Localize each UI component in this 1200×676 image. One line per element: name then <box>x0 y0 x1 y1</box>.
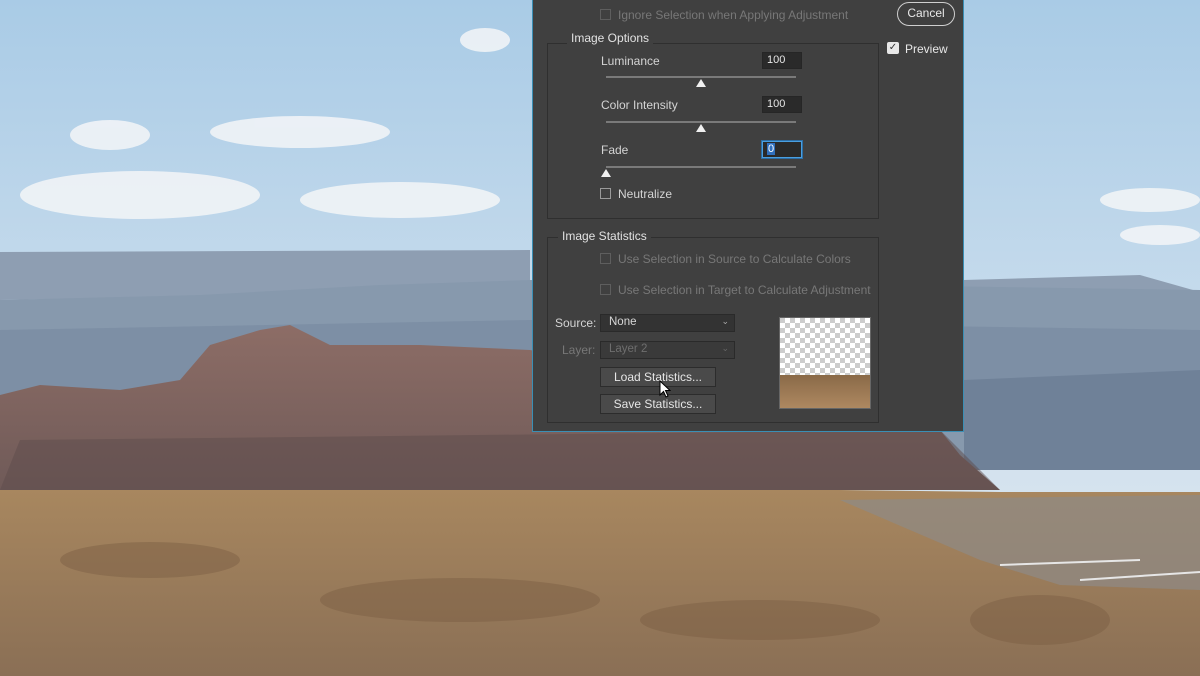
color-intensity-input[interactable]: 100 <box>762 96 802 113</box>
layer-label: Layer: <box>562 343 596 357</box>
cursor-arrow-icon <box>659 380 671 398</box>
image-options-group <box>547 43 879 219</box>
fade-slider-thumb[interactable] <box>601 169 611 177</box>
use-selection-source-checkbox[interactable] <box>600 253 611 264</box>
source-thumbnail <box>779 317 871 409</box>
neutralize-checkbox[interactable] <box>600 188 611 199</box>
luminance-slider-thumb[interactable] <box>696 79 706 87</box>
color-intensity-label: Color Intensity <box>601 98 678 112</box>
luminance-label: Luminance <box>601 54 660 68</box>
load-statistics-button[interactable]: Load Statistics... <box>600 367 716 387</box>
luminance-input[interactable]: 100 <box>762 52 802 69</box>
chevron-down-icon: ⌄ <box>721 316 729 326</box>
color-intensity-slider-thumb[interactable] <box>696 124 706 132</box>
use-selection-target-checkbox[interactable] <box>600 284 611 295</box>
color-intensity-slider-track[interactable] <box>606 121 796 123</box>
save-statistics-button[interactable]: Save Statistics... <box>600 394 716 414</box>
neutralize-label: Neutralize <box>618 187 673 201</box>
source-label: Source: <box>555 316 597 330</box>
match-color-dialog: Ignore Selection when Applying Adjustmen… <box>532 0 964 432</box>
preview-checkbox[interactable]: ✓ <box>887 42 899 54</box>
fade-label: Fade <box>601 143 629 157</box>
image-statistics-title: Image Statistics <box>558 229 651 243</box>
source-select[interactable]: None ⌄ <box>600 314 735 332</box>
chevron-down-icon: ⌄ <box>721 343 729 353</box>
ignore-selection-checkbox[interactable] <box>600 9 611 20</box>
luminance-slider-track[interactable] <box>606 76 796 78</box>
use-selection-source-label: Use Selection in Source to Calculate Col… <box>618 252 851 266</box>
checkmark-icon: ✓ <box>888 42 898 53</box>
preview-label: Preview <box>905 42 948 56</box>
use-selection-target-label: Use Selection in Target to Calculate Adj… <box>618 283 871 297</box>
ignore-selection-label: Ignore Selection when Applying Adjustmen… <box>618 8 849 22</box>
fade-input[interactable]: 0 <box>762 141 802 158</box>
cancel-button[interactable]: Cancel <box>897 2 955 26</box>
layer-select[interactable]: Layer 2 ⌄ <box>600 341 735 359</box>
fade-slider-track[interactable] <box>606 166 796 168</box>
image-options-title: Image Options <box>567 31 654 45</box>
